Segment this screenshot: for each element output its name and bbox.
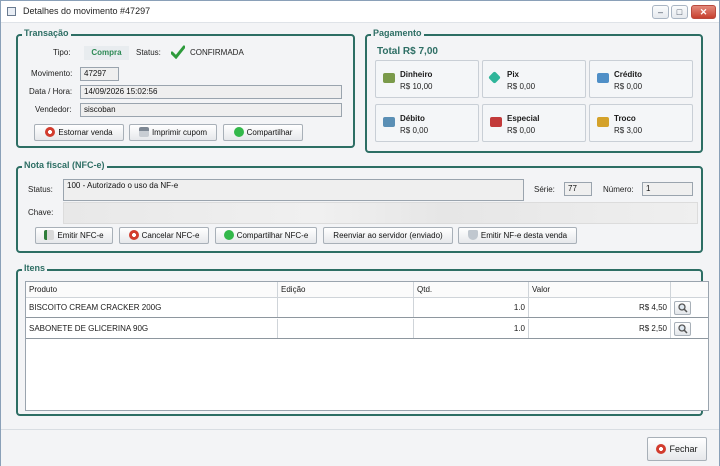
title-bar: Detalhes do movimento #47297 – □ ✕ — [1, 1, 719, 23]
serie-field: 77 — [564, 182, 592, 196]
cancel-icon — [656, 444, 667, 454]
pay-card-troco: Troco R$ 3,00 — [589, 104, 693, 142]
search-item-button[interactable] — [674, 322, 691, 336]
col-valor[interactable]: Valor — [529, 282, 671, 297]
status-label: Status: — [136, 48, 161, 57]
nfce-status-label: Status: — [28, 185, 53, 194]
col-produto[interactable]: Produto — [26, 282, 278, 297]
pay-card-dinheiro: Dinheiro R$ 10,00 — [375, 60, 479, 98]
check-icon — [171, 45, 185, 59]
fechar-button[interactable]: Fechar — [647, 437, 707, 461]
pagamento-group: Pagamento Total R$ 7,00 Dinheiro R$ 10,0… — [365, 28, 703, 153]
numero-label: Número: — [603, 185, 634, 194]
reenviar-servidor-button[interactable]: Reenviar ao servidor (enviado) — [323, 227, 453, 244]
credit-card-icon — [597, 73, 609, 83]
search-item-button[interactable] — [674, 301, 691, 315]
nfce-status-field: 100 - Autorizado o uso da NF-e — [63, 179, 524, 201]
datahora-label: Data / Hora: — [29, 87, 73, 96]
movimento-field: 47297 — [80, 67, 119, 81]
chave-field — [63, 202, 698, 224]
status-value: CONFIRMADA — [190, 48, 244, 57]
pay-card-debito: Débito R$ 0,00 — [375, 104, 479, 142]
numero-field: 1 — [642, 182, 693, 196]
printer-icon — [138, 127, 149, 137]
window-title: Detalhes do movimento #47297 — [23, 6, 151, 16]
cancel-icon — [45, 127, 56, 137]
transacao-legend: Transação — [22, 28, 71, 38]
cancelar-nfce-button[interactable]: Cancelar NFC-e — [119, 227, 209, 244]
details-window: Detalhes do movimento #47297 – □ ✕ Trans… — [0, 0, 720, 466]
serie-label: Série: — [534, 185, 555, 194]
footer-bar: Fechar — [1, 429, 719, 466]
imprimir-cupom-button[interactable]: Imprimir cupom — [129, 124, 217, 141]
debit-card-icon — [383, 117, 395, 127]
itens-legend: Itens — [22, 263, 48, 273]
coins-icon — [597, 117, 609, 127]
movimento-label: Movimento: — [31, 69, 73, 78]
app-icon — [7, 7, 16, 16]
whatsapp-icon — [223, 230, 234, 240]
special-icon — [490, 117, 502, 127]
pix-icon — [488, 71, 501, 84]
chave-label: Chave: — [28, 208, 54, 217]
estornar-venda-button[interactable]: Estornar venda — [34, 124, 124, 141]
compartilhar-nfce-button[interactable]: Compartilhar NFC-e — [215, 227, 317, 244]
pay-card-especial: Especial R$ 0,00 — [482, 104, 586, 142]
datahora-field: 14/09/2026 15:02:56 — [80, 85, 342, 99]
col-edicao[interactable]: Edição — [278, 282, 414, 297]
nfce-icon — [44, 230, 55, 240]
cancel-icon — [128, 230, 139, 240]
close-window-button[interactable]: ✕ — [691, 5, 716, 19]
emitir-nfce-button[interactable]: Emitir NFC-e — [35, 227, 113, 244]
maximize-button[interactable]: □ — [671, 5, 688, 19]
tipo-label: Tipo: — [53, 48, 71, 57]
magnifier-icon — [678, 324, 688, 334]
nfce-group: Nota fiscal (NFC-e) Status: 100 - Autori… — [16, 160, 703, 253]
pagamento-legend: Pagamento — [371, 28, 424, 38]
total-value: Total R$ 7,00 — [377, 46, 438, 57]
nfce-legend: Nota fiscal (NFC-e) — [22, 160, 107, 170]
col-qtd[interactable]: Qtd. — [414, 282, 529, 297]
table-row[interactable]: SABONETE DE GLICERINA 90G 1.0 R$ 2,50 — [26, 319, 708, 339]
cash-icon — [383, 73, 395, 83]
table-row[interactable]: BISCOITO CREAM CRACKER 200G 1.0 R$ 4,50 — [26, 298, 708, 318]
vendedor-field: siscoban — [80, 103, 342, 117]
emitir-nfe-button[interactable]: Emitir NF-e desta venda — [458, 227, 577, 244]
pay-card-pix: Pix R$ 0,00 — [482, 60, 586, 98]
pay-card-credito: Crédito R$ 0,00 — [589, 60, 693, 98]
table-header: Produto Edição Qtd. Valor — [26, 282, 708, 298]
compartilhar-button[interactable]: Compartilhar — [223, 124, 303, 141]
tipo-value: Compra — [84, 46, 129, 60]
shield-icon — [467, 230, 478, 240]
transacao-group: Transação Tipo: Compra Status: CONFIRMAD… — [16, 28, 355, 148]
itens-group: Itens Produto Edição Qtd. Valor BISCOITO… — [16, 263, 709, 416]
magnifier-icon — [678, 303, 688, 313]
minimize-button[interactable]: – — [652, 5, 669, 19]
vendedor-label: Vendedor: — [35, 105, 72, 114]
itens-table: Produto Edição Qtd. Valor BISCOITO CREAM… — [25, 281, 709, 411]
whatsapp-icon — [233, 127, 244, 137]
